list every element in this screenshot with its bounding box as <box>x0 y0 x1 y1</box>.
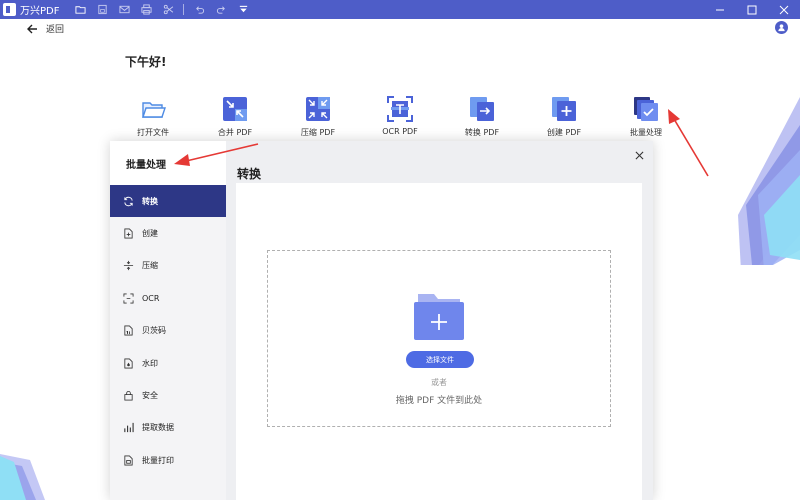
sidebar-item-label: 提取数据 <box>142 423 174 433</box>
file-drop-zone[interactable]: 选择文件 或者 拖拽 PDF 文件到此处 <box>267 250 611 427</box>
sidebar-item-ocr[interactable]: OCR <box>110 282 226 314</box>
drag-hint-text: 拖拽 PDF 文件到此处 <box>395 396 483 406</box>
scan-icon <box>123 293 134 304</box>
file-plus-icon <box>124 228 133 239</box>
sidebar-item-label: 水印 <box>142 358 158 368</box>
decorative-shapes-left <box>0 454 45 500</box>
sidebar-item-bates[interactable]: 贝茨码 <box>110 315 226 347</box>
sidebar-item-label: 安全 <box>142 391 158 401</box>
save-icon[interactable] <box>91 0 113 19</box>
sidebar-item-batch-print[interactable]: 批量打印 <box>110 444 226 476</box>
tool-compress-pdf[interactable]: 压缩 PDF <box>283 96 353 138</box>
close-dialog-icon[interactable] <box>635 145 647 160</box>
undo-icon[interactable] <box>188 0 210 19</box>
tool-merge-pdf[interactable]: 合并 PDF <box>200 96 270 138</box>
batch-main-panel: 转换 选择文件 或者 拖拽 PDF 文件到此处 <box>226 141 653 500</box>
annotation-arrow-right <box>668 109 709 177</box>
sidebar-item-label: 转换 <box>142 196 158 206</box>
compress-pdf-icon <box>306 97 330 121</box>
close-window-icon[interactable] <box>768 0 800 19</box>
watermark-icon <box>124 358 133 369</box>
tool-create-pdf[interactable]: 创建 PDF <box>529 96 599 138</box>
sidebar-item-label: 压缩 <box>142 261 158 271</box>
sidebar-item-watermark[interactable]: 水印 <box>110 347 226 379</box>
convert-pdf-icon <box>470 97 494 121</box>
ocr-pdf-icon <box>387 96 413 122</box>
tool-label: 打开文件 <box>137 128 169 137</box>
arrow-left-icon <box>27 24 37 33</box>
merge-pdf-icon <box>223 97 247 121</box>
tool-label: 转换 PDF <box>464 128 500 137</box>
tool-label: 合并 PDF <box>217 128 253 137</box>
bates-icon <box>124 325 133 336</box>
print-icon[interactable] <box>135 0 157 19</box>
greeting-text: 下午好! <box>125 55 167 69</box>
tool-convert-pdf[interactable]: 转换 PDF <box>447 96 517 138</box>
batch-process-dialog: 批量处理 转换 创建 压缩 OCR 贝茨码 水印 安全 提取数据 批量打印 转换… <box>110 141 653 500</box>
sidebar-item-label: 批量打印 <box>142 455 174 465</box>
select-file-button[interactable]: 选择文件 <box>406 351 474 368</box>
sidebar-item-label: 创建 <box>142 229 158 239</box>
print-doc-icon <box>124 455 133 466</box>
app-title: 万兴PDF <box>20 6 60 17</box>
title-bar: 万兴PDF <box>0 0 800 19</box>
toolbar-divider <box>183 4 185 15</box>
maximize-icon[interactable] <box>736 0 768 19</box>
minimize-icon[interactable] <box>704 0 736 19</box>
tool-label: 批量处理 <box>630 128 662 137</box>
tool-label: 创建 PDF <box>546 128 582 137</box>
app-logo-icon <box>3 3 16 16</box>
sidebar-item-label: 贝茨码 <box>142 326 166 336</box>
sidebar-item-create[interactable]: 创建 <box>110 217 226 249</box>
lock-icon <box>124 391 133 401</box>
sidebar-item-extract-data[interactable]: 提取数据 <box>110 412 226 444</box>
compress-icon <box>123 261 134 271</box>
folder-add-icon <box>414 294 464 340</box>
redo-icon[interactable] <box>210 0 232 19</box>
or-text: 或者 <box>431 378 447 387</box>
dropdown-arrow-icon[interactable] <box>232 0 254 19</box>
mail-icon[interactable] <box>113 0 135 19</box>
open-folder-icon[interactable] <box>69 0 91 19</box>
back-button[interactable]: 返回 <box>26 22 64 35</box>
batch-sidebar: 批量处理 转换 创建 压缩 OCR 贝茨码 水印 安全 提取数据 批量打印 <box>110 141 226 500</box>
tool-label: OCR PDF <box>382 127 418 136</box>
decorative-shapes-right <box>738 97 800 265</box>
user-avatar-icon[interactable] <box>775 21 788 34</box>
tool-open-file[interactable]: 打开文件 <box>118 96 188 138</box>
sidebar-item-security[interactable]: 安全 <box>110 379 226 411</box>
annotation-arrow-left <box>174 143 259 166</box>
create-pdf-icon <box>552 97 576 121</box>
folder-open-icon <box>142 102 166 118</box>
tool-label: 压缩 PDF <box>300 128 336 137</box>
refresh-icon <box>124 196 133 206</box>
batch-process-icon <box>634 97 658 121</box>
content-card: 选择文件 或者 拖拽 PDF 文件到此处 <box>236 183 642 500</box>
tool-ocr-pdf[interactable]: OCR PDF <box>365 96 435 136</box>
sidebar-item-convert[interactable]: 转换 <box>110 185 226 218</box>
sidebar-item-compress[interactable]: 压缩 <box>110 250 226 282</box>
sidebar-item-label: OCR <box>142 293 160 303</box>
bar-chart-icon <box>124 423 134 433</box>
window-controls <box>704 0 800 19</box>
back-label: 返回 <box>46 25 65 35</box>
scissors-icon[interactable] <box>157 0 179 19</box>
